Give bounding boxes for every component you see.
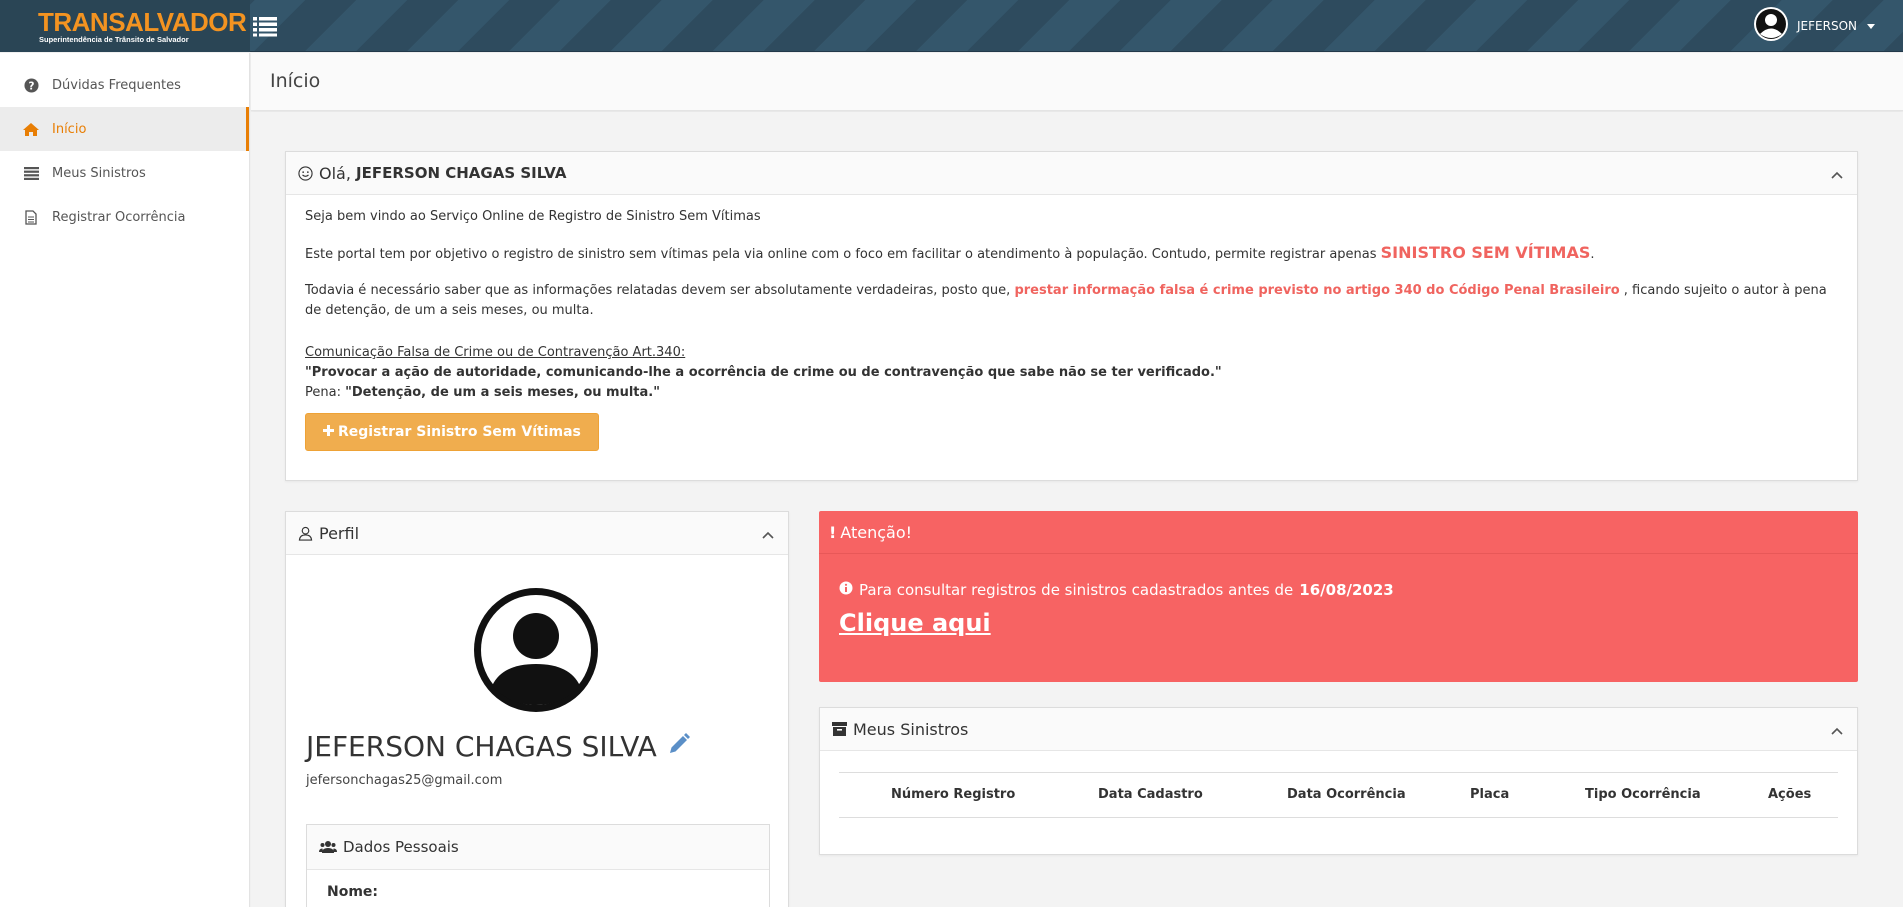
register-button-label: Registrar Sinistro Sem Vítimas bbox=[338, 424, 581, 440]
user-avatar-icon bbox=[1753, 6, 1789, 46]
question-circle-icon: ? bbox=[22, 77, 40, 93]
profile-avatar-icon bbox=[472, 586, 600, 714]
clique-aqui-link[interactable]: Clique aqui bbox=[839, 609, 991, 637]
sidebar-item-label: Registrar Ocorrência bbox=[52, 209, 186, 225]
sidebar-item-meus-sinistros[interactable]: Meus Sinistros bbox=[0, 151, 249, 195]
profile-title: Perfil bbox=[319, 523, 360, 543]
highlight-crime-warning: prestar informação falsa é crime previst… bbox=[1014, 283, 1620, 298]
sidebar: ? Dúvidas Frequentes Início Meus Sinistr… bbox=[0, 53, 250, 907]
page-title: Início bbox=[270, 70, 321, 92]
home-icon bbox=[22, 122, 40, 137]
column-acoes[interactable]: Ações bbox=[1768, 787, 1811, 802]
smile-icon bbox=[298, 165, 313, 181]
chevron-up-icon[interactable] bbox=[1831, 723, 1843, 735]
sidebar-item-duvidas[interactable]: ? Dúvidas Frequentes bbox=[0, 63, 249, 107]
welcome-name: JEFERSON CHAGAS SILVA bbox=[356, 164, 567, 182]
column-data-ocorrencia[interactable]: Data Ocorrência bbox=[1287, 787, 1406, 802]
menu-toggle-icon[interactable] bbox=[252, 14, 278, 38]
attention-title: Atenção! bbox=[840, 522, 913, 542]
exclamation-icon: ! bbox=[829, 522, 837, 542]
personal-data-title: Dados Pessoais bbox=[343, 838, 459, 856]
attention-body: Para consultar registros de sinistros ca… bbox=[819, 554, 1858, 664]
column-tipo-ocorrencia[interactable]: Tipo Ocorrência bbox=[1585, 787, 1701, 802]
welcome-paragraph-1: Seja bem vindo ao Serviço Online de Regi… bbox=[305, 209, 761, 224]
sidebar-item-inicio[interactable]: Início bbox=[0, 107, 249, 151]
column-data-cadastro[interactable]: Data Cadastro bbox=[1098, 787, 1203, 802]
top-navbar: TRANSALVADOR Superintendência de Trânsit… bbox=[0, 0, 1903, 52]
attention-alert: ! Atenção! Para consultar registros de s… bbox=[819, 511, 1858, 682]
welcome-greeting: Olá, bbox=[319, 163, 351, 183]
user-menu[interactable]: JEFERSON bbox=[1753, 6, 1875, 46]
chevron-up-icon[interactable] bbox=[1831, 167, 1843, 179]
user-name: JEFERSON bbox=[1797, 19, 1857, 33]
column-numero-registro[interactable]: Número Registro bbox=[891, 787, 1015, 802]
my-claims-title: Meus Sinistros bbox=[853, 719, 969, 739]
welcome-panel: Olá, JEFERSON CHAGAS SILVA Seja bem vind… bbox=[285, 151, 1858, 481]
edit-pencil-icon[interactable] bbox=[667, 730, 691, 763]
highlight-sem-vitimas: SINISTRO SEM VÍTIMAS bbox=[1380, 243, 1591, 262]
profile-name: JEFERSON CHAGAS SILVA bbox=[306, 730, 691, 763]
plus-icon bbox=[323, 422, 334, 442]
attention-header: ! Atenção! bbox=[819, 511, 1858, 554]
welcome-paragraph-3: Todavia é necessário saber que as inform… bbox=[305, 283, 1827, 318]
svg-text:?: ? bbox=[28, 80, 34, 92]
user-icon bbox=[298, 526, 313, 541]
attention-text: Para consultar registros de sinistros ca… bbox=[839, 581, 1838, 599]
sidebar-item-label: Dúvidas Frequentes bbox=[52, 77, 181, 93]
sidebar-item-registrar[interactable]: Registrar Ocorrência bbox=[0, 195, 249, 239]
penalty-line: Pena: "Detenção, de um a seis meses, ou … bbox=[305, 385, 660, 400]
profile-panel: Perfil JEFERSON CHAGAS SILVA jefersoncha… bbox=[285, 511, 789, 907]
sidebar-item-label: Meus Sinistros bbox=[52, 165, 146, 181]
profile-panel-header: Perfil bbox=[286, 512, 788, 555]
attention-date: 16/08/2023 bbox=[1299, 581, 1394, 599]
chevron-up-icon[interactable] bbox=[762, 527, 774, 539]
brand-name: TRANSALVADOR bbox=[38, 7, 247, 37]
my-claims-header: Meus Sinistros bbox=[820, 708, 1857, 751]
register-sinistro-button[interactable]: Registrar Sinistro Sem Vítimas bbox=[305, 413, 599, 451]
personal-data-header: Dados Pessoais bbox=[307, 825, 769, 870]
column-placa[interactable]: Placa bbox=[1470, 787, 1509, 802]
nome-label: Nome: bbox=[327, 884, 379, 900]
profile-email: jefersonchagas25@gmail.com bbox=[306, 773, 503, 788]
file-icon bbox=[22, 209, 40, 225]
claims-table-header: Número Registro Data Cadastro Data Ocorr… bbox=[839, 772, 1838, 818]
welcome-body: Seja bem vindo ao Serviço Online de Regi… bbox=[286, 195, 1857, 463]
archive-icon bbox=[832, 722, 847, 736]
welcome-paragraph-2: Este portal tem por objetivo o registro … bbox=[305, 243, 1595, 262]
list-icon bbox=[22, 166, 40, 180]
brand-logo[interactable]: TRANSALVADOR Superintendência de Trânsit… bbox=[0, 0, 250, 52]
page-header: Início bbox=[251, 53, 1903, 111]
users-icon bbox=[319, 840, 337, 854]
personal-data-panel: Dados Pessoais Nome: bbox=[306, 824, 770, 907]
law-quote: "Provocar a ação de autoridade, comunica… bbox=[305, 365, 1222, 380]
welcome-panel-header: Olá, JEFERSON CHAGAS SILVA bbox=[286, 152, 1857, 195]
law-title: Comunicação Falsa de Crime ou de Contrav… bbox=[305, 345, 686, 360]
brand-subtitle: Superintendência de Trânsito de Salvador bbox=[39, 35, 189, 44]
my-claims-panel: Meus Sinistros Número Registro Data Cada… bbox=[819, 707, 1858, 855]
caret-down-icon bbox=[1867, 23, 1875, 29]
info-circle-icon bbox=[839, 581, 853, 599]
sidebar-item-label: Início bbox=[52, 121, 87, 137]
